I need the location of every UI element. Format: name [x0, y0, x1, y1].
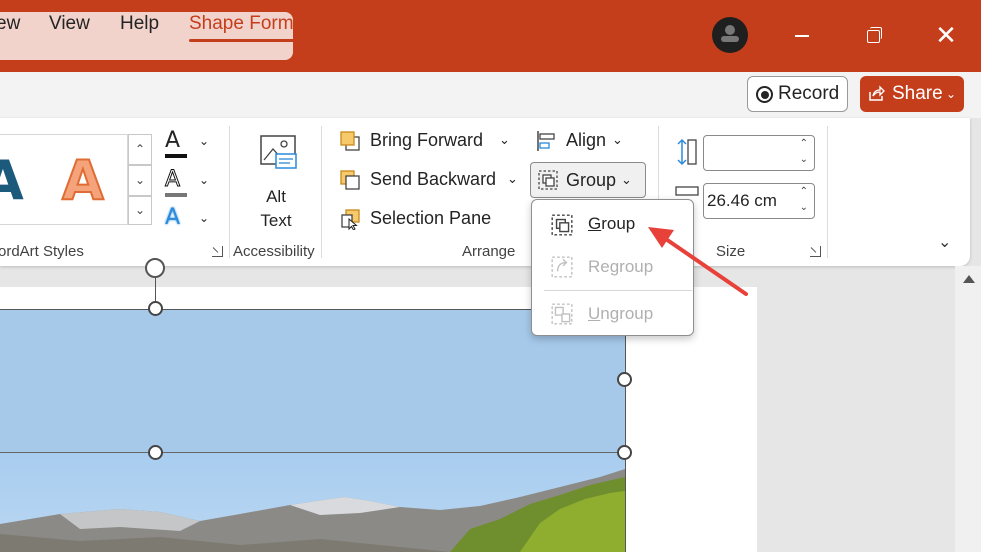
- shape-width-field[interactable]: 26.46 cm ⌃ ⌄: [703, 183, 815, 219]
- send-backward-icon: [340, 170, 360, 190]
- dialog-launcher-icon[interactable]: [212, 246, 223, 257]
- align-label: Align: [566, 130, 607, 150]
- tab-shape-format[interactable]: Shape Format: [189, 13, 310, 42]
- text-outline-icon: A: [164, 167, 181, 193]
- shape-height-field[interactable]: ⌃ ⌄: [703, 135, 815, 171]
- wordart-style-blue[interactable]: A: [0, 149, 24, 212]
- spin-down-icon[interactable]: ⌄: [800, 191, 808, 225]
- minimize-button[interactable]: [782, 15, 822, 55]
- record-icon: [756, 86, 773, 103]
- chevron-down-icon: ⌄: [621, 172, 632, 187]
- resize-handle-right[interactable]: [617, 372, 632, 387]
- tab-review[interactable]: ew: [0, 13, 20, 35]
- menu-item-group-label: Group: [588, 214, 636, 233]
- text-effects-button[interactable]: A ⌄: [163, 205, 213, 233]
- group-label-accessibility: Accessibility: [233, 243, 315, 260]
- chevron-down-icon: ⌄: [507, 171, 518, 186]
- regroup-icon: [551, 256, 573, 278]
- share-button[interactable]: Share ⌄: [860, 76, 964, 112]
- text-outline-button[interactable]: A ⌄: [163, 167, 213, 197]
- ungroup-icon: [551, 303, 573, 325]
- chevron-down-icon: ⌄: [199, 173, 210, 187]
- rotate-handle[interactable]: [145, 258, 165, 278]
- landscape-image: [0, 309, 625, 552]
- group-label-wordart-styles: ordArt Styles: [0, 243, 84, 260]
- group-dropdown-button[interactable]: Group ⌄: [530, 162, 646, 198]
- chevron-down-icon: ⌄: [199, 134, 210, 148]
- gallery-scroll-down[interactable]: ⌄: [128, 165, 152, 196]
- resize-handle-top[interactable]: [148, 301, 163, 316]
- share-icon: [869, 85, 885, 101]
- alt-text-label-line2: Text: [260, 211, 292, 230]
- close-button[interactable]: ✕: [926, 15, 966, 55]
- shape-width-value: 26.46 cm: [707, 191, 777, 210]
- wordart-styles-gallery[interactable]: A A: [0, 134, 128, 225]
- group-icon: [551, 214, 573, 236]
- bring-forward-icon: [340, 131, 360, 151]
- record-button[interactable]: Record: [747, 76, 848, 112]
- chevron-down-icon: ⌄: [612, 132, 623, 147]
- scroll-up-icon[interactable]: [963, 275, 975, 283]
- send-backward-button[interactable]: Send Backward ⌄: [339, 169, 522, 195]
- text-fill-button[interactable]: A ⌄: [163, 128, 213, 158]
- share-label: Share: [892, 83, 943, 104]
- collapse-ribbon-icon[interactable]: ⌄: [938, 232, 951, 252]
- align-button[interactable]: Align ⌄: [535, 130, 630, 156]
- avatar[interactable]: [712, 17, 748, 53]
- bring-forward-button[interactable]: Bring Forward ⌄: [339, 130, 514, 156]
- gallery-more-button[interactable]: ⌄: [128, 196, 152, 225]
- send-backward-label: Send Backward: [370, 169, 497, 189]
- text-effects-icon: A: [165, 205, 181, 230]
- selected-picture[interactable]: [0, 309, 625, 552]
- alt-text-label-line1: Alt: [266, 187, 286, 206]
- resize-handle-middle[interactable]: [148, 445, 163, 460]
- chevron-down-icon: ⌄: [199, 211, 210, 225]
- align-icon: [537, 131, 555, 151]
- menu-item-ungroup[interactable]: Ungroup: [532, 297, 693, 333]
- shape-height-icon: [677, 138, 697, 166]
- group-label: Group: [566, 170, 617, 190]
- dialog-launcher-icon[interactable]: [810, 246, 821, 257]
- alt-text-button[interactable]: Alt Text: [248, 134, 304, 233]
- annotation-arrow: [648, 227, 748, 296]
- selection-pane-icon: [341, 209, 360, 230]
- record-label: Record: [778, 83, 840, 104]
- chevron-down-icon: ⌄: [499, 132, 510, 147]
- tab-picture-format[interactable]: Picture Format: [344, 13, 469, 35]
- chevron-down-icon: ⌄: [945, 87, 956, 101]
- vertical-scrollbar[interactable]: [955, 266, 981, 552]
- shape-width-icon: [675, 186, 699, 196]
- tab-view[interactable]: View: [49, 13, 90, 35]
- alt-text-icon: [260, 135, 297, 169]
- tab-help[interactable]: Help: [120, 13, 159, 35]
- menu-item-ungroup-label: Ungroup: [588, 304, 654, 323]
- gallery-scroll-up[interactable]: ⌃: [128, 134, 152, 165]
- selection-pane-button[interactable]: Selection Pane: [339, 208, 492, 234]
- text-fill-icon: A: [165, 128, 181, 153]
- restore-button[interactable]: [854, 15, 894, 55]
- bring-forward-label: Bring Forward: [370, 130, 484, 150]
- resize-handle-corner[interactable]: [617, 445, 632, 460]
- wordart-style-orange[interactable]: A: [61, 148, 105, 213]
- spin-down-icon[interactable]: ⌄: [800, 143, 808, 177]
- group-icon: [538, 170, 558, 190]
- selection-pane-label: Selection Pane: [370, 208, 492, 228]
- group-label-arrange: Arrange: [462, 243, 516, 260]
